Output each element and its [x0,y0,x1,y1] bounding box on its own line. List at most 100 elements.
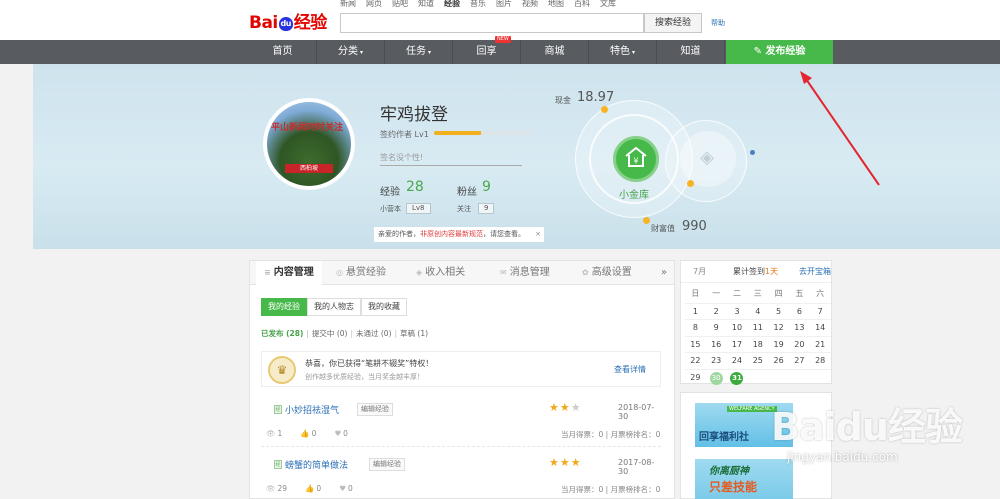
chevron-down-icon: ▾ [427,49,431,56]
treasury-label[interactable]: 小金库 [619,186,649,201]
nav-item-0[interactable]: 首页 [249,40,317,64]
calendar-day[interactable]: 24 [726,352,748,369]
calendar-day[interactable]: 3 [726,302,748,320]
calendar-day[interactable]: 22 [685,352,706,369]
nav-item-3[interactable]: 回享 NEW [453,36,521,64]
paw-icon: du [278,17,293,31]
filter-draft[interactable]: 草稿 (1) [400,329,428,338]
article-title[interactable]: 螃蟹的简单做法 [285,458,348,471]
help-link[interactable]: 帮助 [711,18,725,28]
tab-4[interactable]: ✿ 高级设置 [582,261,632,285]
star-icon: ★ [559,401,571,414]
calendar-day[interactable]: 19 [768,335,789,353]
top-link-7[interactable]: 视频 [522,0,538,8]
publish-experience-button[interactable]: ✎ 发布经验 [726,40,833,64]
exp-value[interactable]: 28 [406,179,424,195]
calendar-day[interactable]: 5 [768,302,789,320]
calendar-day[interactable]: 14 [809,319,831,336]
top-link-9[interactable]: 百科 [574,0,590,8]
calendar-day[interactable]: 28 [809,352,831,369]
calendar-day[interactable]: 13 [788,319,810,336]
calendar-day[interactable]: 4 [747,302,769,320]
calendar-day[interactable]: 7 [809,302,831,320]
top-link-6[interactable]: 图片 [496,0,512,8]
nav-item-5[interactable]: 特色 ▾ [589,40,657,64]
weekday-label: 三 [753,289,762,298]
calendar-day[interactable]: 27 [788,352,810,369]
tab-1[interactable]: ◎ 悬赏经验 [336,261,386,285]
top-link-3[interactable]: 知道 [418,0,434,8]
edit-article-button[interactable]: 编辑经验 [357,403,393,416]
calendar-day[interactable]: 26 [768,352,789,369]
subtab-2[interactable]: 我的收藏 [361,298,407,316]
nav-item-6[interactable]: 知道 [657,40,725,64]
article-ranking: 当月得票：0 | 月票榜排名：0 [561,429,660,440]
reward-details-link[interactable]: 查看详情 [614,364,646,375]
tab-3[interactable]: ✉ 消息管理 [500,261,550,285]
reward-desc: 创作越多优质经验，当月奖金越丰厚！ [305,373,424,381]
calendar-day[interactable]: 29 [685,368,706,386]
subtab-1[interactable]: 我的人物志 [307,298,361,316]
calendar-day[interactable]: 18 [747,335,769,353]
calendar-day[interactable]: 2 [705,302,727,320]
star-icon: ★ [570,401,582,414]
fans-value[interactable]: 9 [482,179,491,195]
stat-favs-value: 0 [343,429,348,438]
calendar-day[interactable]: 1 [685,302,706,320]
top-header: Bai du 经验 新闻 网页 贴吧 知道 经验 音乐 图片 视频 地图 百科 文库 搜索经验 帮助 [0,0,1000,40]
calendar-day[interactable]: 12 [768,319,789,336]
edit-article-button[interactable]: 编辑经验 [369,458,405,471]
xiaoyingben-badge[interactable]: Lv8 [406,203,431,214]
calendar-day[interactable]: 25 [747,352,769,369]
more-tabs-icon[interactable]: » [661,261,667,285]
tab-0[interactable]: ≡ 内容管理 [256,261,322,286]
calendar-day[interactable]: 6 [788,302,810,320]
top-link-1[interactable]: 网页 [366,0,382,8]
nav-item-1[interactable]: 分类 ▾ [317,40,385,64]
calendar-day[interactable]: 21 [809,335,831,353]
wealth-label: 财富值 [651,224,675,233]
top-link-8[interactable]: 地图 [548,0,564,8]
calendar-day[interactable]: 20 [788,335,810,353]
follow-badge[interactable]: 9 [478,203,495,214]
top-link-0[interactable]: 新闻 [340,0,356,8]
calendar-day[interactable]: 9 [705,319,727,336]
nav-item-4[interactable]: 商城 [521,40,589,64]
star-icon: ★ [559,456,571,469]
calendar-day[interactable]: 23 [705,352,727,369]
top-link-2[interactable]: 贴吧 [392,0,408,8]
avatar[interactable]: 平山新闻时时关注 西柏坡 [263,98,355,190]
calendar-day[interactable]: 11 [747,319,769,336]
calendar-day[interactable]: 8 [685,319,706,336]
filter-submitted[interactable]: 提交中 (0) [312,329,348,338]
orbit-dot [687,180,694,187]
orbit-dot [643,217,650,224]
nav-item-2[interactable]: 任务 ▾ [385,40,453,64]
top-link-5[interactable]: 音乐 [470,0,486,8]
top-link-10[interactable]: 文库 [600,0,616,8]
notice-link[interactable]: 非原创内容最新规范 [420,230,483,238]
subtab-0[interactable]: 我的经验 [261,298,307,316]
search-input[interactable] [340,13,644,33]
search-button[interactable]: 搜索经验 [644,13,702,33]
tab-2[interactable]: ◈ 收入相关 [416,261,465,285]
close-icon[interactable]: × [535,227,541,242]
calendar-day[interactable]: 15 [685,335,706,353]
baidu-jingyan-logo[interactable]: Bai du 经验 [249,8,327,33]
promo-line-2: 只差技能 [709,480,758,494]
orbit-dot [750,150,755,155]
open-treasure-link[interactable]: 去开宝箱 [799,261,831,283]
filter-rejected[interactable]: 未通过 (0) [356,329,392,338]
calendar-day[interactable]: 17 [726,335,748,353]
signature-field[interactable]: 签名没个性! [380,150,522,166]
day-number: 7 [817,306,823,316]
filter-published[interactable]: 已发布 (28) [261,329,303,338]
top-link-4[interactable]: 经验 [444,0,460,8]
calendar-day[interactable]: 16 [705,335,727,353]
calendar-day[interactable]: 31 [726,368,748,386]
article-doc-icon: 经 [274,460,282,469]
stat-favs: ♥ 0 [339,484,353,493]
article-title[interactable]: 小妙招祛湿气 [285,403,339,416]
calendar-day[interactable]: 10 [726,319,748,336]
calendar-day[interactable]: 30 [705,368,727,386]
